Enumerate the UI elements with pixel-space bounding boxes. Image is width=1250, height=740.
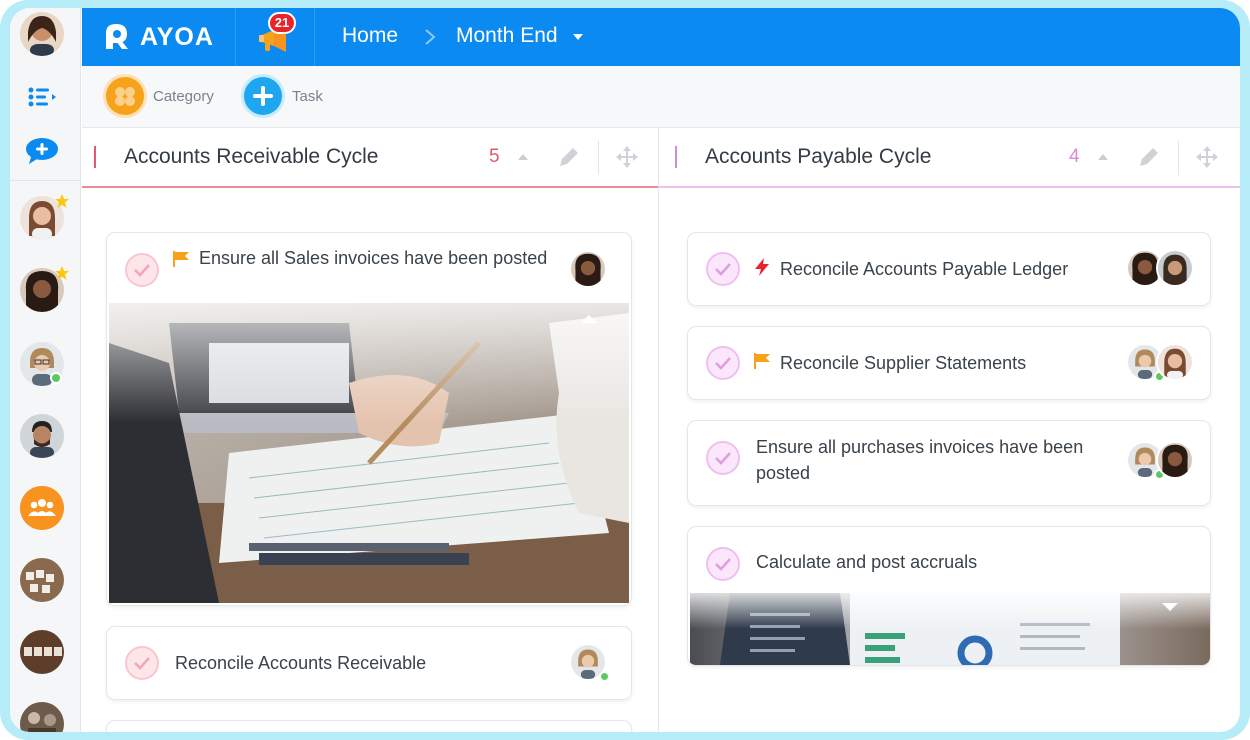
ayoa-logo-icon: [106, 24, 128, 49]
column-marker: [94, 146, 96, 168]
toolbar: Category Task: [82, 66, 1240, 128]
column-count: 5: [489, 146, 500, 167]
complete-checkbox[interactable]: [125, 646, 159, 680]
board-thumbnail[interactable]: [20, 558, 64, 602]
task-card[interactable]: Calculate and post accruals: [687, 526, 1211, 666]
task-card[interactable]: Ensure all purchases invoices have been …: [687, 420, 1211, 506]
task-title: Ensure all purchases invoices have been …: [756, 437, 1084, 483]
app-window: AYOA 21 Home Month End Category Task Acc…: [10, 8, 1240, 732]
app-logo[interactable]: AYOA: [102, 20, 214, 54]
topbar-separator: [235, 8, 236, 66]
task-card[interactable]: Ensure all Sales invoices have been post…: [106, 232, 632, 606]
assignee-avatar[interactable]: [1156, 249, 1194, 287]
task-cover-image: [690, 593, 1210, 665]
column-header: Accounts Payable Cycle 4: [659, 128, 1240, 188]
complete-checkbox[interactable]: [125, 253, 159, 287]
column-payable: Accounts Payable Cycle 4 Reconcile Accou…: [659, 128, 1240, 732]
checkmark-icon: [134, 657, 150, 670]
add-task-button[interactable]: [244, 77, 282, 115]
task-title: Reconcile Accounts Receivable: [175, 653, 427, 673]
task-title: Ensure all Sales invoices have been post…: [199, 248, 548, 268]
breadcrumb-home[interactable]: Home: [342, 24, 398, 48]
checkmark-icon: [715, 558, 731, 571]
online-status-icon: [599, 671, 610, 682]
checkmark-icon: [715, 452, 731, 465]
column-receivable: Accounts Receivable Cycle 5 Ensure all S…: [82, 128, 658, 732]
category-label[interactable]: Category: [153, 88, 214, 105]
checkmark-icon: [134, 264, 150, 277]
collapse-arrow-icon[interactable]: [518, 154, 528, 160]
logo-text: AYOA: [140, 22, 214, 51]
notifications-badge: 21: [268, 12, 296, 34]
collapse-arrow-icon[interactable]: [1098, 154, 1108, 160]
complete-checkbox[interactable]: [706, 547, 740, 581]
task-cover-image: [109, 303, 629, 603]
expand-image-icon[interactable]: [1162, 603, 1178, 611]
board-thumbnail[interactable]: [20, 702, 64, 732]
task-card[interactable]: Reconcile Accounts Payable Ledger: [687, 232, 1211, 306]
group-avatar[interactable]: [20, 486, 64, 530]
column-marker: [675, 146, 677, 168]
pencil-icon[interactable]: [1136, 144, 1162, 170]
board-thumbnail[interactable]: [20, 630, 64, 674]
column-header: Accounts Receivable Cycle 5: [82, 128, 658, 188]
chat-add-icon[interactable]: [24, 138, 60, 164]
pencil-icon[interactable]: [556, 144, 582, 170]
topbar-separator: [314, 8, 315, 66]
favorite-star-icon: [55, 266, 69, 280]
complete-checkbox[interactable]: [706, 346, 740, 380]
checkmark-icon: [715, 357, 731, 370]
device-frame: AYOA 21 Home Month End Category Task Acc…: [0, 0, 1250, 740]
task-label[interactable]: Task: [292, 88, 323, 105]
complete-checkbox[interactable]: [706, 252, 740, 286]
category-icon: [115, 87, 135, 106]
breadcrumb-current[interactable]: Month End: [456, 24, 558, 48]
assignee-avatar[interactable]: [569, 250, 607, 288]
task-title: Reconcile Accounts Payable Ledger: [780, 259, 1069, 279]
add-category-button[interactable]: [106, 77, 144, 115]
task-title: Calculate and post accruals: [756, 552, 978, 572]
sidebar-divider: [10, 180, 81, 181]
online-status-icon: [50, 372, 62, 384]
current-user-avatar[interactable]: [20, 12, 64, 56]
favorite-star-icon: [55, 194, 69, 208]
move-icon[interactable]: [614, 144, 640, 170]
task-card[interactable]: [106, 720, 632, 732]
team-member-avatar[interactable]: [20, 414, 64, 458]
chevron-down-icon[interactable]: [573, 34, 583, 40]
flag-icon: [754, 353, 770, 369]
task-list-icon[interactable]: [24, 84, 60, 110]
checkmark-icon: [715, 263, 731, 276]
complete-checkbox[interactable]: [706, 441, 740, 475]
task-card[interactable]: Reconcile Supplier Statements: [687, 326, 1211, 400]
assignee-avatar[interactable]: [1156, 343, 1194, 381]
plus-icon: [253, 86, 273, 106]
header-separator: [1178, 141, 1179, 175]
collapse-image-icon[interactable]: [581, 315, 597, 323]
lightning-icon: [755, 258, 769, 276]
task-title: Reconcile Supplier Statements: [780, 353, 1027, 373]
sidebar: [10, 8, 81, 732]
header-separator: [598, 141, 599, 175]
task-card[interactable]: Reconcile Accounts Receivable: [106, 626, 632, 700]
chevron-right-icon: [425, 29, 436, 45]
column-count: 4: [1069, 146, 1080, 167]
column-title[interactable]: Accounts Receivable Cycle: [124, 145, 378, 169]
assignee-avatar[interactable]: [1156, 441, 1194, 479]
move-icon[interactable]: [1194, 144, 1220, 170]
column-title[interactable]: Accounts Payable Cycle: [705, 145, 931, 169]
top-bar: AYOA 21 Home Month End: [82, 8, 1240, 66]
